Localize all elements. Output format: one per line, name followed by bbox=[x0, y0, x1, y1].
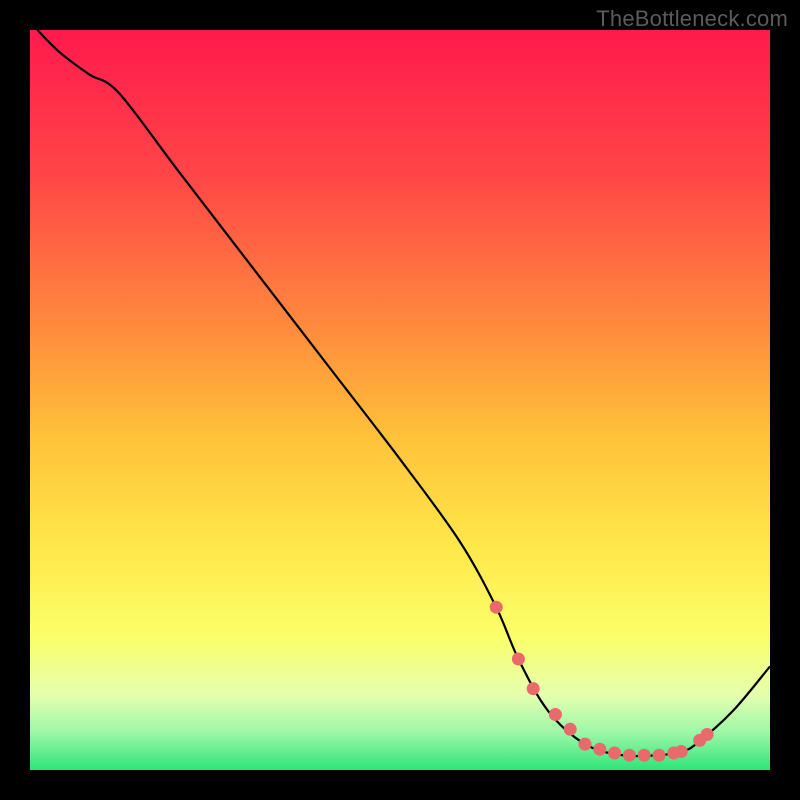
marker-dot bbox=[675, 745, 688, 758]
watermark-text: TheBottleneck.com bbox=[596, 6, 788, 32]
chart-frame: TheBottleneck.com bbox=[0, 0, 800, 800]
marker-dot bbox=[653, 749, 666, 762]
plot-area bbox=[30, 30, 770, 770]
marker-dot bbox=[490, 601, 503, 614]
marker-dot bbox=[593, 743, 606, 756]
marker-dot bbox=[527, 682, 540, 695]
gradient-background bbox=[30, 30, 770, 770]
chart-svg bbox=[30, 30, 770, 770]
marker-dot bbox=[623, 749, 636, 762]
marker-dot bbox=[512, 653, 525, 666]
marker-dot bbox=[701, 728, 714, 741]
marker-dot bbox=[549, 708, 562, 721]
marker-dot bbox=[638, 749, 651, 762]
marker-dot bbox=[579, 738, 592, 751]
marker-dot bbox=[564, 723, 577, 736]
marker-dot bbox=[608, 746, 621, 759]
